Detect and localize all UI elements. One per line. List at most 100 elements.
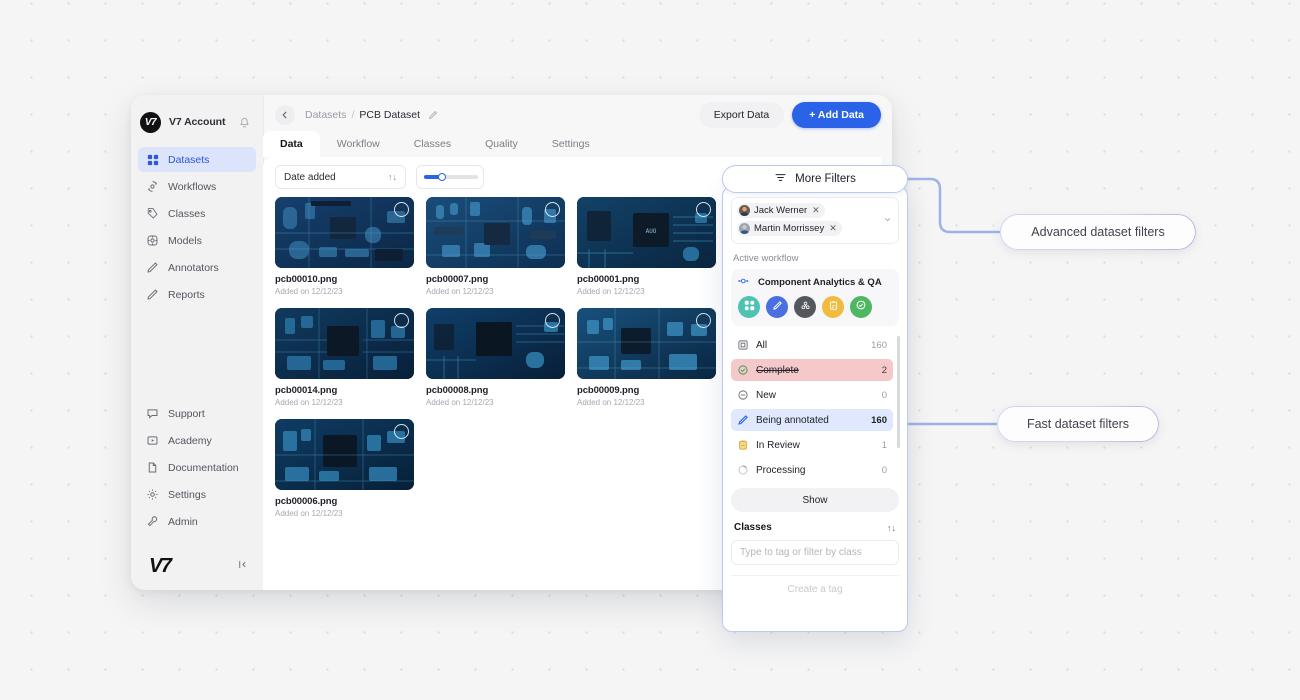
header-bar: Datasets / PCB Dataset Export Data + Add… bbox=[264, 95, 892, 135]
avatar bbox=[394, 424, 409, 439]
breadcrumb-separator: / bbox=[351, 109, 355, 121]
avatar bbox=[739, 223, 750, 234]
status-row-being-annotated[interactable]: Being annotated 160 bbox=[731, 409, 893, 431]
dataset-item-card[interactable]: pcb00010.png Added on 12/12/23 bbox=[275, 197, 414, 296]
item-added-date: Added on 12/12/23 bbox=[426, 287, 494, 296]
status-row-new[interactable]: New 0 bbox=[731, 384, 893, 406]
status-row-all[interactable]: All 160 bbox=[731, 334, 893, 356]
avatar bbox=[739, 205, 750, 216]
item-added-date: Added on 12/12/23 bbox=[577, 287, 645, 296]
tab-data[interactable]: Data bbox=[263, 131, 320, 157]
pencil-icon bbox=[772, 298, 783, 316]
account-name: V7 Account bbox=[169, 116, 226, 128]
item-filename: pcb00014.png bbox=[275, 385, 338, 396]
tab-workflow[interactable]: Workflow bbox=[320, 131, 397, 157]
callout-advanced-dataset-filters: Advanced dataset filters bbox=[1000, 214, 1196, 250]
status-row-in-review[interactable]: In Review 1 bbox=[731, 434, 893, 456]
status-count: 0 bbox=[881, 389, 887, 401]
item-filename: pcb00009.png bbox=[577, 385, 640, 396]
screen: V7 V7 Account Datasets Workflows Classes… bbox=[0, 0, 1300, 700]
dataset-item-card[interactable]: pcb00006.png Added on 12/12/23 bbox=[275, 419, 414, 518]
dataset-item-card[interactable]: pcb00007.png Added on 12/12/23 bbox=[426, 197, 565, 296]
status-row-processing[interactable]: Processing 0 bbox=[731, 459, 893, 481]
active-workflow-label: Active workflow bbox=[733, 253, 799, 264]
sort-arrows-icon[interactable]: ↑↓ bbox=[887, 523, 896, 533]
thumbnail-size-slider[interactable] bbox=[416, 165, 484, 189]
callout-fast-dataset-filters: Fast dataset filters bbox=[997, 406, 1159, 442]
avatar bbox=[394, 202, 409, 217]
stage-review[interactable] bbox=[822, 296, 844, 318]
item-filename: pcb00006.png bbox=[275, 496, 338, 507]
stage-annotate[interactable] bbox=[766, 296, 788, 318]
add-data-button[interactable]: + Add Data bbox=[792, 102, 881, 128]
thumbnail[interactable]: AUO bbox=[577, 197, 716, 268]
assignee-chip[interactable]: Jack Werner ✕ bbox=[737, 203, 825, 218]
assignee-filter[interactable]: Jack Werner ✕ Martin Morrissey ✕ bbox=[731, 197, 899, 244]
breadcrumb-current[interactable]: PCB Dataset bbox=[359, 109, 420, 121]
status-filter-list: All 160 Complete 2 New 0 Being annotated… bbox=[731, 334, 900, 481]
thumbnail[interactable] bbox=[426, 197, 565, 268]
dataset-tabs: Data Workflow Classes Quality Settings bbox=[263, 131, 607, 157]
back-button[interactable] bbox=[275, 105, 295, 125]
dataset-item-card[interactable]: AUO pcb00001.png Added on 12/12/23 bbox=[577, 197, 716, 296]
breadcrumb-datasets[interactable]: Datasets bbox=[305, 109, 346, 121]
status-label: All bbox=[756, 339, 768, 351]
more-filters-label: More Filters bbox=[795, 173, 856, 185]
thumbnail[interactable] bbox=[275, 308, 414, 379]
export-data-button[interactable]: Export Data bbox=[698, 102, 785, 128]
tab-classes[interactable]: Classes bbox=[397, 131, 468, 157]
assignee-name: Martin Morrissey bbox=[754, 223, 825, 234]
close-icon[interactable]: ✕ bbox=[812, 205, 820, 216]
status-label: In Review bbox=[756, 439, 800, 451]
show-button[interactable]: Show bbox=[731, 488, 899, 512]
stage-dataset[interactable] bbox=[738, 296, 760, 318]
bell-icon[interactable] bbox=[239, 117, 250, 128]
sort-select[interactable]: Date added ↑↓ bbox=[275, 165, 406, 189]
stage-complete[interactable] bbox=[850, 296, 872, 318]
classes-section-header: Classes ↑↓ bbox=[731, 522, 899, 533]
classes-label: Classes bbox=[734, 522, 772, 533]
sort-arrows-icon: ↑↓ bbox=[388, 172, 397, 182]
dataset-item-card[interactable]: pcb00009.png Added on 12/12/23 bbox=[577, 308, 716, 407]
avatar bbox=[545, 313, 560, 328]
assignee-chip[interactable]: Martin Morrissey ✕ bbox=[737, 221, 842, 236]
tab-settings[interactable]: Settings bbox=[535, 131, 607, 157]
thumbnail[interactable] bbox=[275, 197, 414, 268]
more-filters-button[interactable]: More Filters bbox=[722, 165, 908, 193]
header-actions: Export Data + Add Data bbox=[698, 102, 881, 128]
tab-quality[interactable]: Quality bbox=[468, 131, 535, 157]
dataset-item-card[interactable]: pcb00014.png Added on 12/12/23 bbox=[275, 308, 414, 407]
callout-label: Fast dataset filters bbox=[1026, 417, 1130, 431]
item-added-date: Added on 12/12/23 bbox=[275, 287, 343, 296]
close-icon[interactable]: ✕ bbox=[829, 223, 837, 234]
thumbnail[interactable] bbox=[577, 308, 716, 379]
class-tag-input[interactable]: Type to tag or filter by class bbox=[731, 540, 899, 565]
thumbnail[interactable] bbox=[426, 308, 565, 379]
stage-model[interactable] bbox=[794, 296, 816, 318]
status-count: 1 bbox=[881, 439, 887, 451]
slider-knob[interactable] bbox=[438, 173, 446, 181]
slider[interactable] bbox=[424, 173, 478, 181]
all-icon bbox=[736, 339, 749, 352]
status-count: 160 bbox=[871, 414, 887, 426]
thumbnail[interactable] bbox=[275, 419, 414, 490]
status-row-complete[interactable]: Complete 2 bbox=[731, 359, 893, 381]
model-icon bbox=[800, 298, 811, 316]
item-added-date: Added on 12/12/23 bbox=[275, 509, 343, 518]
item-filename: pcb00001.png bbox=[577, 274, 640, 285]
status-label: Processing bbox=[756, 464, 806, 476]
status-list-scrollbar[interactable] bbox=[897, 336, 900, 448]
avatar bbox=[394, 313, 409, 328]
dataset-item-card[interactable]: pcb00008.png Added on 12/12/23 bbox=[426, 308, 565, 407]
pencil-icon bbox=[736, 414, 749, 427]
avatar bbox=[545, 202, 560, 217]
item-added-date: Added on 12/12/23 bbox=[275, 398, 343, 407]
chevron-down-icon[interactable] bbox=[883, 215, 892, 226]
minus-circle-icon bbox=[736, 389, 749, 402]
status-count: 0 bbox=[881, 464, 887, 476]
item-filename: pcb00007.png bbox=[426, 274, 489, 285]
rename-dataset-pencil-icon[interactable] bbox=[428, 110, 438, 120]
create-tag-button[interactable]: Create a tag bbox=[731, 575, 899, 603]
status-count: 160 bbox=[871, 339, 887, 351]
active-workflow-card[interactable]: Component Analytics & QA bbox=[731, 269, 899, 326]
